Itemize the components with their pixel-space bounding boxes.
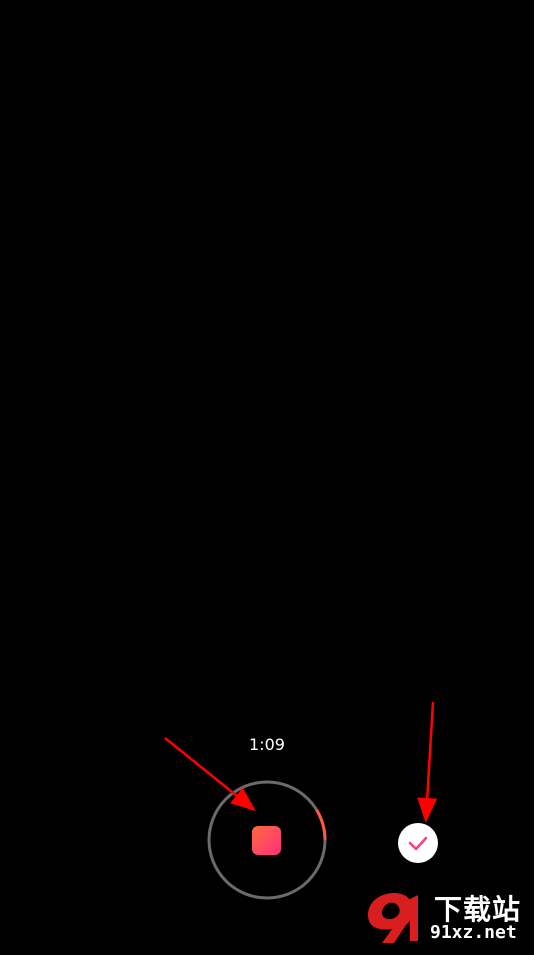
recording-timer: 1:09 bbox=[249, 735, 285, 754]
camera-screen: 1:09 下载站 91xz.net bbox=[0, 0, 534, 950]
confirm-button[interactable] bbox=[398, 823, 438, 863]
stop-record-button[interactable] bbox=[206, 779, 328, 901]
91-logo-icon bbox=[368, 893, 418, 943]
stop-square-icon bbox=[252, 826, 281, 855]
watermark: 下载站 91xz.net bbox=[360, 885, 534, 950]
checkmark-icon bbox=[408, 836, 428, 851]
watermark-url: 91xz.net bbox=[430, 922, 517, 943]
annotation-arrow-confirm bbox=[417, 701, 438, 823]
